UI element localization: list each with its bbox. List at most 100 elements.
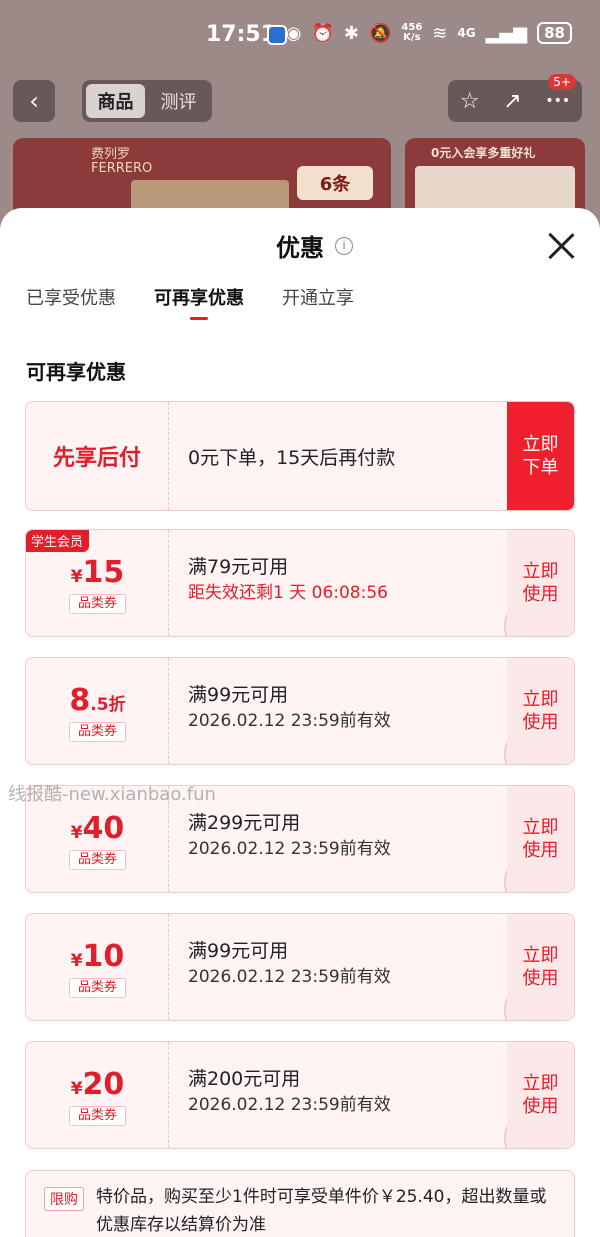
use-now-line2: 使用 bbox=[522, 1096, 559, 1117]
coupon-info: 满99元可用 2026.02.12 23:59前有效 bbox=[188, 682, 391, 734]
watermark-text: 线报酷-new.xianbao.fun bbox=[8, 784, 216, 805]
coupon-card: ¥15 品类券 学生会员 满79元可用 距失效还剩1 天 06:08:56 已领… bbox=[25, 529, 575, 637]
order-now-line1: 立即 bbox=[522, 434, 559, 455]
tab-review[interactable]: 测评 bbox=[149, 84, 208, 118]
use-now-line1: 立即 bbox=[522, 817, 559, 838]
use-now-line1: 立即 bbox=[522, 689, 559, 710]
brand-en: FERRERO bbox=[91, 161, 153, 176]
tab-enjoyed[interactable]: 已享受优惠 bbox=[26, 284, 116, 320]
info-icon[interactable]: i bbox=[335, 237, 353, 255]
notice-text: 特价品，购买至少1件时可享受单件价￥25.40，超出数量或优惠库存以结算价为准 bbox=[96, 1187, 547, 1235]
membership-banner-title: 0元入会享多重好礼 bbox=[431, 146, 536, 160]
alarm-icon: ⏰ bbox=[311, 22, 334, 44]
order-now-line2: 下单 bbox=[522, 457, 559, 478]
coupon-condition: 满299元可用 bbox=[188, 812, 301, 834]
favorite-star-icon[interactable]: ☆ bbox=[460, 89, 480, 114]
coupon-condition: 满99元可用 bbox=[188, 940, 289, 962]
nav-segment: 商品 测评 bbox=[82, 80, 212, 122]
nav-actions: ☆ ↗ ••• 5+ bbox=[448, 74, 582, 122]
tab-product[interactable]: 商品 bbox=[86, 84, 145, 118]
coupon-amount: ¥40 bbox=[26, 812, 169, 850]
currency-symbol: ¥ bbox=[70, 567, 83, 587]
mute-icon: 🔕 bbox=[369, 22, 392, 44]
coupon-value: 8.5折 品类券 bbox=[26, 658, 169, 764]
back-icon: ‹ bbox=[29, 87, 39, 115]
discount-sheet: 优惠 i 已享受优惠 可再享优惠 开通立享 可再享优惠 先享后付 0元下单，15… bbox=[0, 208, 600, 1237]
coupon-condition: 满79元可用 bbox=[188, 556, 289, 578]
amount-value: 15 bbox=[82, 555, 125, 590]
status-bar: 17:51 ◉ ⏰ ✱ 🔕 456 K/s ≋ 4G ▂▄▆ 88 bbox=[0, 0, 600, 68]
amount-value: 10 bbox=[82, 939, 125, 974]
pack-count-chip: 6条 bbox=[297, 166, 373, 200]
pay-later-card: 先享后付 0元下单，15天后再付款 立即 下单 bbox=[25, 401, 575, 511]
category-label: 品类券 bbox=[69, 594, 126, 614]
brand-cn: 费列罗 bbox=[91, 147, 131, 162]
coupon-info: 满99元可用 2026.02.12 23:59前有效 bbox=[188, 938, 391, 990]
pay-later-label: 先享后付 bbox=[26, 402, 169, 510]
coupon-amount: ¥20 bbox=[26, 1068, 169, 1106]
limit-tag: 限购 bbox=[44, 1187, 84, 1211]
back-button[interactable]: ‹ bbox=[13, 80, 55, 122]
coupon-value: ¥20 品类券 bbox=[26, 1042, 169, 1148]
more-icon[interactable]: ••• bbox=[545, 93, 570, 109]
section-title: 可再享优惠 bbox=[26, 360, 126, 384]
category-label: 品类券 bbox=[69, 1106, 126, 1126]
product-navbar: ‹ 商品 测评 ☆ ↗ ••• 5+ bbox=[0, 74, 600, 124]
battery-indicator: 88 bbox=[537, 22, 572, 44]
wifi-icon: ≋ bbox=[432, 22, 448, 44]
coupon-expiry: 2026.02.12 23:59前有效 bbox=[188, 1095, 391, 1115]
network-speed: 456 K/s bbox=[401, 23, 422, 43]
use-now-line1: 立即 bbox=[522, 1073, 559, 1094]
order-now-button[interactable]: 立即 下单 bbox=[507, 402, 574, 510]
currency-symbol: ¥ bbox=[70, 823, 83, 843]
signal-icon: ▂▄▆ bbox=[485, 22, 528, 44]
coupon-expiry: 2026.02.12 23:59前有效 bbox=[188, 711, 391, 731]
coupon-value: ¥10 品类券 bbox=[26, 914, 169, 1020]
discount-suffix: .5折 bbox=[90, 695, 126, 715]
use-now-line2: 使用 bbox=[522, 840, 559, 861]
coupon-info: 满299元可用 2026.02.12 23:59前有效 bbox=[188, 810, 391, 862]
tab-available[interactable]: 可再享优惠 bbox=[154, 284, 244, 320]
use-now-line2: 使用 bbox=[522, 712, 559, 733]
coupon-countdown: 距失效还剩1 天 06:08:56 bbox=[188, 583, 388, 603]
coupon-card: 8.5折 品类券 满99元可用 2026.02.12 23:59前有效 已领 立… bbox=[25, 657, 575, 765]
signal-4g: 4G bbox=[457, 26, 476, 40]
discount-tabs: 已享受优惠 可再享优惠 开通立享 bbox=[26, 284, 354, 320]
purchase-limit-notice: 限购 特价品，购买至少1件时可享受单件价￥25.40，超出数量或优惠库存以结算价… bbox=[25, 1170, 575, 1237]
eye-icon: ◉ bbox=[285, 22, 302, 44]
coupon-expiry: 2026.02.12 23:59前有效 bbox=[188, 839, 391, 859]
amount-value: 20 bbox=[82, 1067, 125, 1102]
category-label: 品类券 bbox=[69, 850, 126, 870]
tab-open-now[interactable]: 开通立享 bbox=[282, 284, 354, 320]
coupon-amount: ¥10 bbox=[26, 940, 169, 978]
coupon-condition: 满200元可用 bbox=[188, 1068, 301, 1090]
coupon-expiry: 2026.02.12 23:59前有效 bbox=[188, 967, 391, 987]
share-icon[interactable]: ↗ bbox=[503, 89, 521, 114]
coupon-amount: ¥15 bbox=[26, 556, 169, 594]
speed-unit: K/s bbox=[403, 32, 421, 43]
bluetooth-icon: ✱ bbox=[343, 22, 359, 44]
coupon-condition: 满99元可用 bbox=[188, 684, 289, 706]
use-now-line1: 立即 bbox=[522, 945, 559, 966]
use-now-button[interactable]: 立即 使用 bbox=[507, 786, 574, 892]
sheet-title: 优惠 bbox=[276, 234, 324, 262]
use-now-button[interactable]: 立即 使用 bbox=[507, 914, 574, 1020]
use-now-line2: 使用 bbox=[522, 584, 559, 605]
use-now-line2: 使用 bbox=[522, 968, 559, 989]
message-badge: 5+ bbox=[548, 74, 576, 90]
status-time: 17:51 bbox=[206, 22, 277, 47]
brand-logo: 费列罗 FERRERO bbox=[91, 148, 152, 176]
use-now-line1: 立即 bbox=[522, 561, 559, 582]
coupon-info: 满79元可用 距失效还剩1 天 06:08:56 bbox=[188, 554, 388, 606]
use-now-button[interactable]: 立即 使用 bbox=[507, 530, 574, 636]
category-label: 品类券 bbox=[69, 722, 126, 742]
use-now-button[interactable]: 立即 使用 bbox=[507, 1042, 574, 1148]
pay-later-desc: 0元下单，15天后再付款 bbox=[188, 446, 396, 469]
use-now-button[interactable]: 立即 使用 bbox=[507, 658, 574, 764]
currency-symbol: ¥ bbox=[70, 1079, 83, 1099]
app-notification-icon bbox=[267, 25, 287, 45]
coupon-info: 满200元可用 2026.02.12 23:59前有效 bbox=[188, 1066, 391, 1118]
category-label: 品类券 bbox=[69, 978, 126, 998]
currency-symbol: ¥ bbox=[70, 951, 83, 971]
close-icon[interactable] bbox=[546, 230, 576, 260]
